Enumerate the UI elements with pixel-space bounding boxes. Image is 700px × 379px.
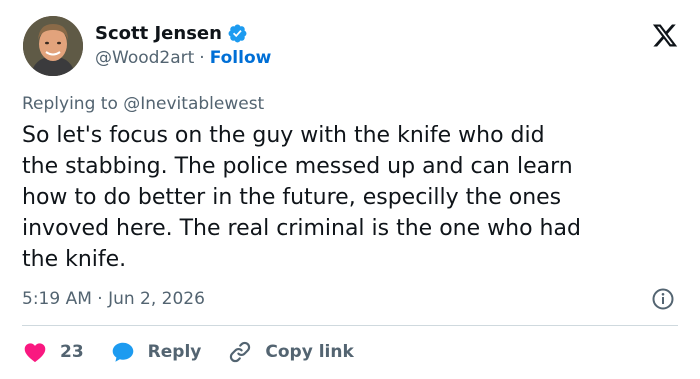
tweet-timestamp[interactable]: 5:19 AM · Jun 2, 2026 bbox=[22, 289, 205, 309]
like-button[interactable]: 23 bbox=[22, 339, 84, 365]
handle-separator: · bbox=[199, 48, 205, 68]
action-bar: 23 Reply Copy link bbox=[22, 337, 380, 367]
copy-link-label: Copy link bbox=[265, 342, 354, 362]
follow-button[interactable]: Follow bbox=[210, 48, 272, 68]
replying-to-label[interactable]: Replying to @Inevitablewest bbox=[22, 94, 264, 114]
avatar[interactable] bbox=[23, 16, 83, 76]
like-count: 23 bbox=[60, 342, 84, 362]
tweet-text: So let's focus on the guy with the knife… bbox=[22, 123, 581, 272]
info-icon[interactable] bbox=[651, 287, 675, 311]
reply-label: Reply bbox=[147, 342, 202, 362]
avatar-photo bbox=[23, 16, 83, 76]
x-logo-icon[interactable] bbox=[651, 22, 679, 49]
author-name-row: Scott Jensen bbox=[95, 21, 248, 45]
heart-icon bbox=[24, 343, 46, 363]
reply-button[interactable]: Reply bbox=[110, 339, 202, 365]
verified-badge-icon bbox=[227, 23, 248, 44]
divider bbox=[22, 325, 678, 326]
link-icon bbox=[230, 341, 251, 363]
author-handle[interactable]: @Wood2art bbox=[95, 48, 194, 68]
author-handle-row: @Wood2art · Follow bbox=[95, 48, 271, 68]
author-display-name[interactable]: Scott Jensen bbox=[95, 23, 222, 44]
speech-bubble-icon bbox=[112, 342, 133, 362]
copy-link-button[interactable]: Copy link bbox=[227, 339, 354, 365]
